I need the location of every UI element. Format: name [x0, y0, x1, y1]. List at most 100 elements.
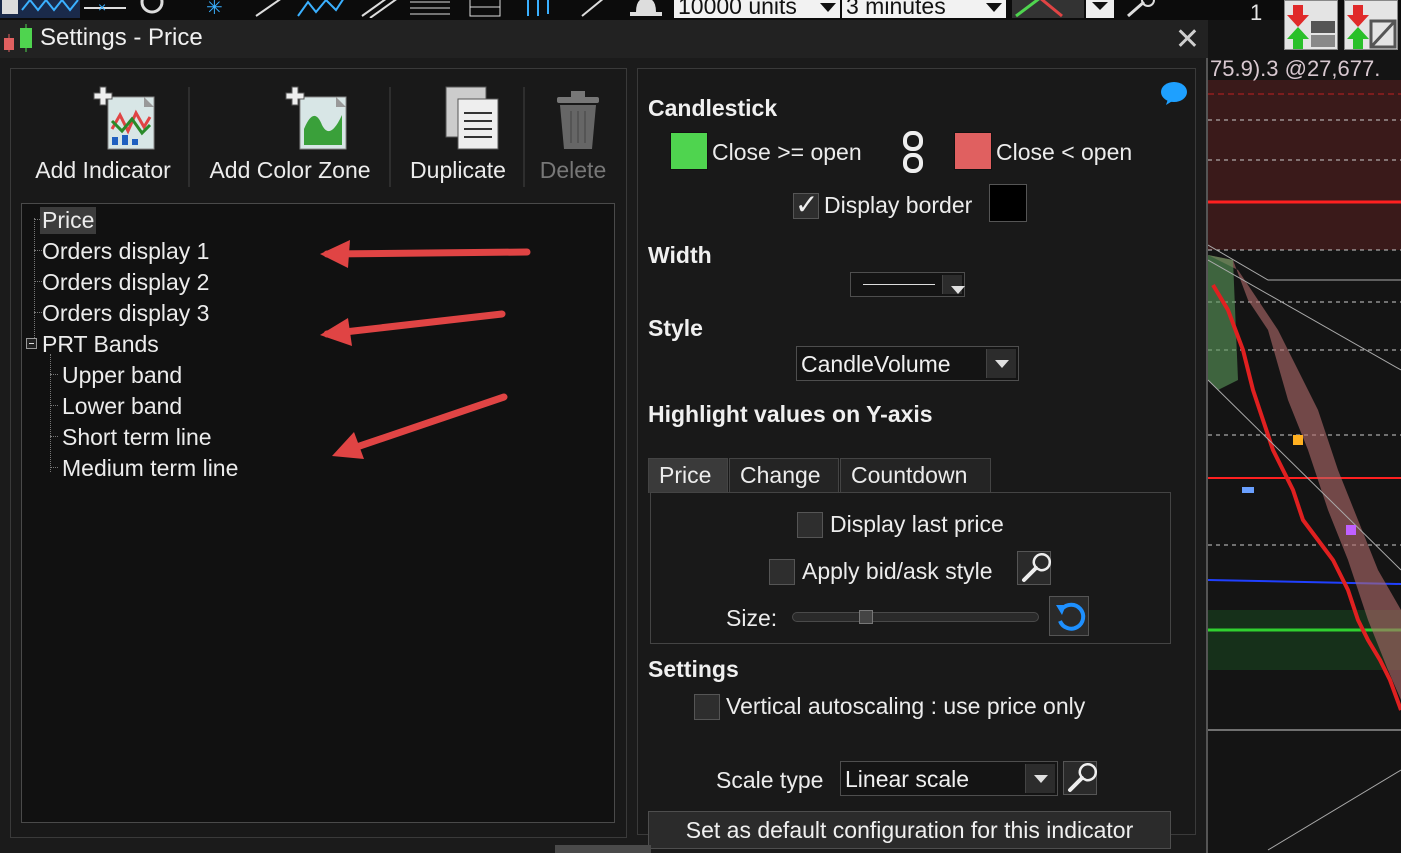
- size-slider-track[interactable]: [792, 612, 1039, 622]
- indicator-tree-panel: Add Indicator Add Color Zone Duplicate D…: [10, 68, 627, 838]
- zoom-icon[interactable]: [136, 0, 170, 18]
- toolbar-divider: [188, 87, 190, 187]
- border-color-swatch[interactable]: [989, 184, 1027, 222]
- tab-change-label: Change: [740, 462, 821, 488]
- add-indicator-overlay-button[interactable]: [1344, 0, 1398, 50]
- apply-bid-ask-checkbox[interactable]: [769, 559, 795, 585]
- alert-bell-icon[interactable]: [626, 0, 666, 18]
- close-ge-open-label: Close >= open: [712, 139, 862, 165]
- stack-arrow-icon: [1287, 5, 1335, 49]
- tab-price[interactable]: Price: [648, 458, 728, 493]
- add-color-zone-label: Add Color Zone: [209, 157, 371, 183]
- zigzag-icon[interactable]: [296, 0, 346, 18]
- vertical-autoscaling-checkbox[interactable]: [694, 694, 720, 720]
- display-border-label: Display border: [824, 192, 973, 218]
- dialog-title: Settings - Price: [40, 24, 203, 51]
- add-color-zone-button[interactable]: Add Color Zone: [197, 85, 383, 183]
- indicator-tree: Price Orders display 1 Orders display 2 …: [21, 203, 615, 823]
- tab-countdown-label: Countdown: [851, 462, 968, 488]
- trendline-icon[interactable]: [252, 0, 286, 18]
- overlay-arrow-icon: [1347, 5, 1397, 49]
- scale-type-label: Scale type: [716, 767, 824, 793]
- style-heading: Style: [648, 315, 703, 341]
- apply-bid-ask-label: Apply bid/ask style: [802, 558, 993, 584]
- add-indicator-above-button[interactable]: [1284, 0, 1338, 50]
- duplicate-label: Duplicate: [410, 157, 506, 183]
- scale-type-select[interactable]: Linear scale: [840, 761, 1058, 796]
- wrench-icon: [1068, 762, 1098, 792]
- width-heading: Width: [648, 242, 712, 268]
- size-slider-thumb[interactable]: [859, 610, 873, 624]
- fibonacci-icon[interactable]: [408, 0, 452, 18]
- tab-change[interactable]: Change: [729, 458, 839, 493]
- bottom-tab-handle[interactable]: [555, 845, 651, 853]
- candlestick-heading: Candlestick: [648, 95, 778, 121]
- chevron-down-icon: [820, 3, 836, 12]
- chart-style-icon[interactable]: [1012, 0, 1084, 18]
- toolbar-divider: [523, 87, 525, 187]
- close-lt-open-color-swatch[interactable]: [954, 132, 992, 170]
- chevron-down-icon: [986, 3, 1002, 12]
- crosshair-icon[interactable]: ✳: [200, 0, 230, 18]
- grid-icon[interactable]: [468, 0, 502, 18]
- chevron-down-icon: [942, 275, 965, 294]
- annotation-arrows: [320, 240, 531, 459]
- indicator-settings-panel: Candlestick Close >= open Close < open D…: [637, 68, 1196, 849]
- add-indicator-icon: [93, 86, 154, 150]
- add-indicator-button[interactable]: Add Indicator: [21, 85, 185, 183]
- chevron-down-icon[interactable]: [1086, 0, 1114, 18]
- set-default-config-button[interactable]: Set as default configuration for this in…: [648, 811, 1171, 849]
- dialog-titlebar[interactable]: Settings - Price ✕: [0, 20, 1208, 58]
- wrench-icon[interactable]: [1122, 0, 1162, 18]
- bid-ask-style-settings-button[interactable]: [1017, 551, 1052, 585]
- line-width-preview: [863, 284, 935, 285]
- link-colors-icon[interactable]: [902, 131, 924, 173]
- help-bubble-icon[interactable]: [1160, 81, 1188, 105]
- duplicate-icon: [445, 86, 499, 150]
- scale-type-settings-button[interactable]: [1063, 761, 1098, 795]
- svg-text:✳: ✳: [206, 0, 223, 18]
- scale-type-select-value: Linear scale: [845, 766, 970, 792]
- arrow-tool-icon[interactable]: [578, 0, 608, 18]
- settings-heading: Settings: [648, 656, 739, 682]
- top-toolbar: × ✳ 10000 units 3 minutes 1: [0, 0, 1401, 20]
- delete-label: Delete: [539, 157, 607, 183]
- close-button[interactable]: ✕: [1175, 22, 1200, 57]
- bars-icon[interactable]: [520, 0, 560, 18]
- width-select[interactable]: [850, 272, 965, 297]
- style-select[interactable]: CandleVolume: [796, 346, 1019, 381]
- trash-icon: [556, 91, 599, 149]
- svg-text:×: ×: [98, 0, 106, 15]
- price-chart[interactable]: 75.9).3 @27,677.: [1208, 50, 1401, 853]
- channel-icon[interactable]: [360, 0, 400, 18]
- display-last-price-label: Display last price: [830, 511, 1004, 537]
- tab-countdown[interactable]: Countdown: [840, 458, 991, 493]
- units-select[interactable]: 10000 units: [674, 0, 840, 18]
- duplicate-button[interactable]: Duplicate: [397, 85, 519, 183]
- settings-dialog: Settings - Price ✕ Add Indicator Add Col…: [0, 20, 1208, 853]
- set-default-config-label: Set as default configuration for this in…: [685, 817, 1134, 843]
- add-indicator-label: Add Indicator: [35, 157, 171, 183]
- chart-canvas: [1208, 80, 1401, 851]
- timeframe-select-value: 3 minutes: [846, 0, 946, 19]
- delete-button[interactable]: Delete: [529, 85, 617, 183]
- reset-size-button[interactable]: [1049, 596, 1089, 636]
- display-border-checkbox[interactable]: [793, 188, 819, 221]
- indicator-wave-icon[interactable]: [0, 0, 80, 18]
- close-lt-open-label: Close < open: [996, 139, 1133, 165]
- wrench-icon: [1022, 552, 1052, 582]
- tab-price-label: Price: [659, 462, 712, 488]
- reset-icon: [1056, 602, 1086, 631]
- timeframe-select[interactable]: 3 minutes: [842, 0, 1006, 18]
- size-label: Size:: [726, 605, 778, 631]
- horizontal-line-icon[interactable]: ×: [82, 0, 128, 18]
- close-ge-open-color-swatch[interactable]: [670, 132, 708, 170]
- counter-value: 1: [1250, 0, 1263, 20]
- vertical-autoscaling-label: Vertical autoscaling : use price only: [726, 693, 1086, 719]
- chevron-down-icon: [1025, 764, 1055, 793]
- toolbar-divider: [389, 87, 391, 187]
- price-readout: 75.9).3 @27,677.: [1210, 56, 1381, 81]
- highlight-values-heading: Highlight values on Y-axis: [648, 401, 933, 427]
- display-last-price-checkbox[interactable]: [797, 512, 823, 538]
- add-color-zone-icon: [285, 86, 347, 150]
